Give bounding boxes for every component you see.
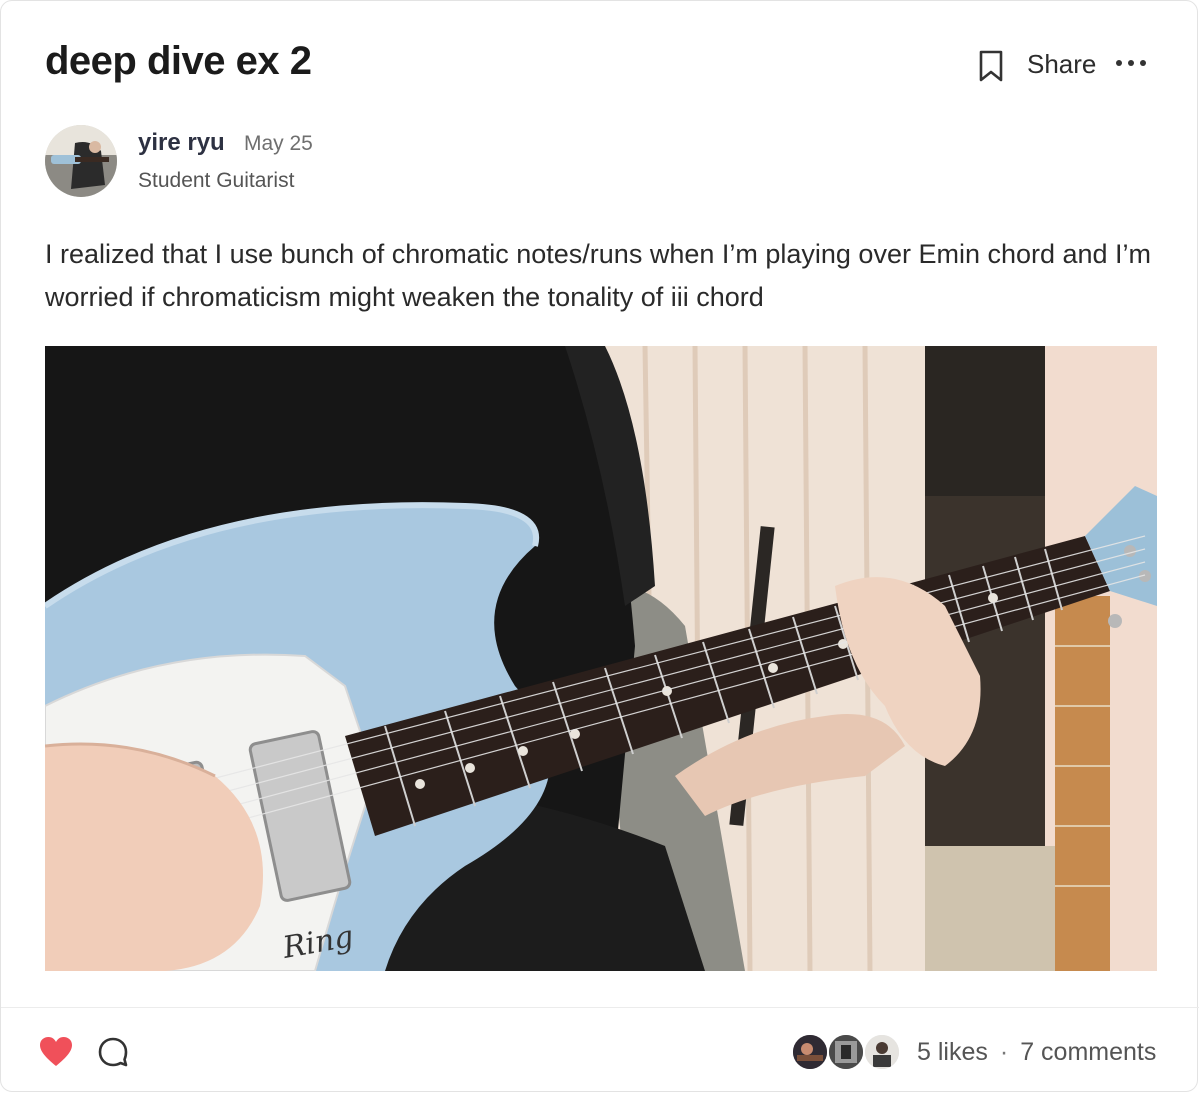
comment-icon[interactable]: [97, 1036, 129, 1070]
post-video[interactable]: Ring: [45, 346, 1157, 971]
post-date: May 25: [244, 132, 313, 155]
likes-count[interactable]: 5 likes: [917, 1038, 988, 1066]
heart-icon[interactable]: [39, 1036, 73, 1068]
post-stats: 5 likes · 7 comments: [917, 1038, 1156, 1067]
avatar[interactable]: [791, 1033, 829, 1071]
more-options-icon[interactable]: [1115, 51, 1149, 75]
post-title: deep dive ex 2: [45, 39, 312, 83]
post-card: deep dive ex 2 Share yire ryu May 25 Stu…: [0, 0, 1199, 1092]
share-button[interactable]: Share: [1027, 49, 1096, 80]
avatar[interactable]: [827, 1033, 865, 1071]
liker-avatars[interactable]: [791, 1033, 903, 1071]
author-name[interactable]: yire ryu: [138, 129, 225, 157]
stats-separator: ·: [999, 1038, 1009, 1066]
bookmark-icon[interactable]: [975, 49, 1007, 83]
avatar[interactable]: [45, 125, 117, 197]
footer-divider: [1, 1007, 1199, 1008]
author-role: Student Guitarist: [138, 169, 295, 192]
avatar[interactable]: [863, 1033, 901, 1071]
post-body: I realized that I use bunch of chromatic…: [45, 239, 1152, 312]
comments-count[interactable]: 7 comments: [1020, 1038, 1156, 1066]
